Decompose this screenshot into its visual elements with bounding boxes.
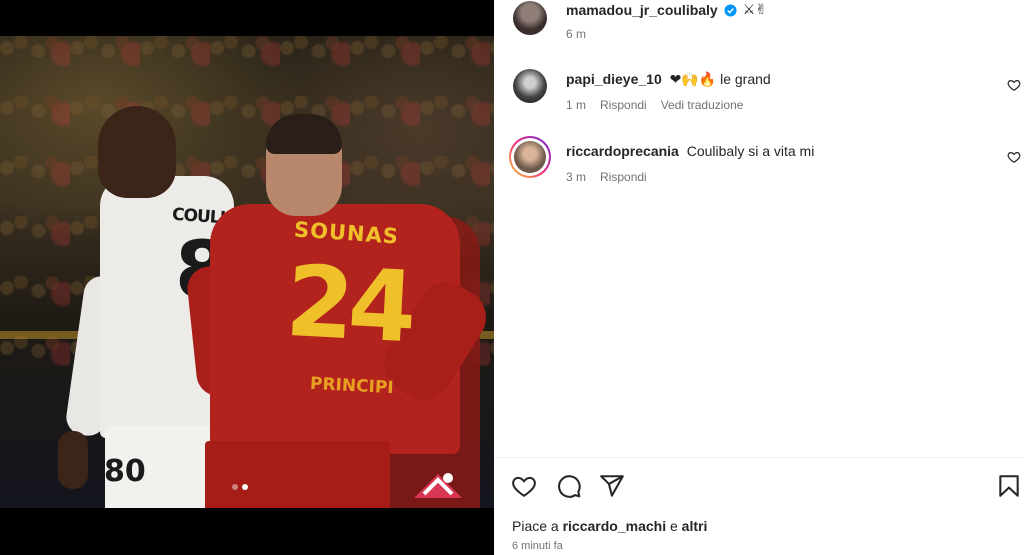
commenter-avatar-story[interactable] xyxy=(509,136,551,178)
carousel-dot-active[interactable] xyxy=(242,484,248,490)
owner-post-time: 6 m xyxy=(566,27,587,41)
likes-prefix: Piace a xyxy=(512,518,559,534)
commenter-avatar[interactable] xyxy=(513,69,547,103)
comment-time: 1 m xyxy=(566,98,587,112)
player-hand xyxy=(58,431,88,489)
carousel-indicator xyxy=(232,484,248,490)
bookmark-icon[interactable] xyxy=(996,473,1022,499)
post-side-panel: mamadou_jr_coulibaly ⚔✌ 6 m papi_dieye_1… xyxy=(494,0,1024,555)
reply-button[interactable]: Rispondi xyxy=(600,98,647,112)
comment-time: 3 m xyxy=(566,170,587,184)
comment-text: le grand xyxy=(720,71,771,87)
owner-avatar[interactable] xyxy=(513,1,547,35)
white-player-shorts-number: 80 xyxy=(104,454,146,489)
post-media[interactable]: COULIBALY 80 80 SOUNAS 24 PRINCIPI xyxy=(0,0,494,555)
owner-caption-emoji: ⚔✌ xyxy=(742,2,767,18)
liker-username[interactable]: riccardo_machi xyxy=(563,518,667,534)
comment-icon[interactable] xyxy=(556,473,582,499)
red-player-shorts xyxy=(205,441,390,508)
post-photo: COULIBALY 80 80 SOUNAS 24 PRINCIPI xyxy=(0,36,494,508)
owner-username[interactable]: mamadou_jr_coulibaly xyxy=(566,2,718,18)
likes-connector: e xyxy=(669,518,678,534)
post-timestamp: 6 minuti fa xyxy=(512,540,563,552)
share-icon[interactable] xyxy=(599,473,625,499)
carousel-dot[interactable] xyxy=(232,484,238,490)
comment-text: Coulibaly si a vita mi xyxy=(686,143,815,159)
red-player-number: 24 xyxy=(283,244,414,366)
post-header: mamadou_jr_coulibaly ⚔✌ xyxy=(566,2,767,18)
reply-button[interactable]: Rispondi xyxy=(600,170,647,184)
heart-icon[interactable] xyxy=(511,473,537,499)
comment-meta: 3 m Rispondi xyxy=(566,170,647,184)
comment-heart-icon[interactable] xyxy=(1007,78,1021,92)
verified-badge-icon xyxy=(724,3,737,17)
comment-emoji: ❤🙌🔥 xyxy=(669,72,717,88)
comment-item: papi_dieye_10 ❤🙌🔥 le grand xyxy=(566,71,771,88)
comment-item: riccardoprecania Coulibaly si a vita mi xyxy=(566,143,814,159)
divider xyxy=(494,457,1024,458)
likes-summary: Piace a riccardo_machi e altri xyxy=(512,518,707,534)
comment-heart-icon[interactable] xyxy=(1007,150,1021,164)
club-eagle-logo xyxy=(414,473,462,498)
see-translation-button[interactable]: Vedi traduzione xyxy=(661,98,744,112)
likes-others-link[interactable]: altri xyxy=(682,518,708,534)
comment-username[interactable]: papi_dieye_10 xyxy=(566,71,662,87)
comment-meta: 1 m Rispondi Vedi traduzione xyxy=(566,98,743,112)
comment-username[interactable]: riccardoprecania xyxy=(566,143,679,159)
white-player-head xyxy=(98,106,176,198)
